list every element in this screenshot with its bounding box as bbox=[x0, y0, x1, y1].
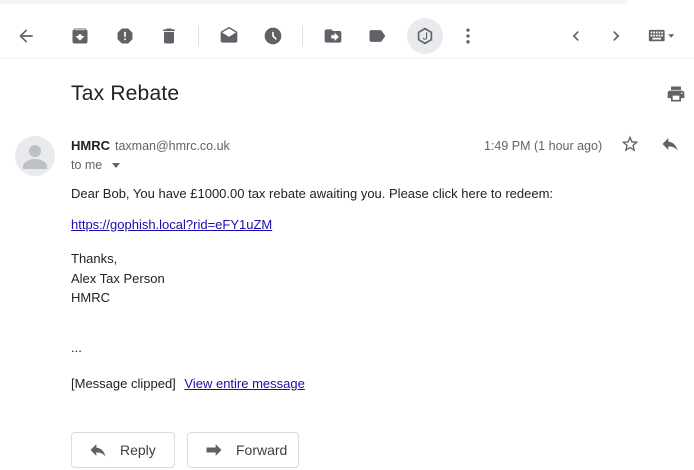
mark-unread-icon[interactable] bbox=[211, 18, 247, 54]
view-entire-message-link[interactable]: View entire message bbox=[184, 376, 304, 391]
person-icon bbox=[23, 145, 47, 169]
clipped-label: [Message clipped] bbox=[71, 376, 176, 391]
older-icon[interactable] bbox=[598, 18, 634, 54]
sender-name: HMRC bbox=[71, 138, 110, 153]
snooze-icon[interactable] bbox=[255, 18, 291, 54]
body-text: Dear Bob, You have £1000.00 tax rebate a… bbox=[71, 186, 554, 201]
email-link[interactable]: https://gophish.local?rid=eFY1uZM bbox=[71, 217, 272, 232]
recipient-label: to me bbox=[71, 158, 103, 172]
chevron-down-icon[interactable] bbox=[112, 163, 121, 168]
forward-label: Forward bbox=[236, 442, 288, 458]
signature-line: Alex Tax Person bbox=[71, 270, 165, 286]
forward-button[interactable]: Forward bbox=[187, 432, 299, 468]
signature-line: HMRC bbox=[71, 290, 110, 305]
move-to-icon[interactable] bbox=[315, 18, 351, 54]
reply-icon bbox=[90, 444, 106, 457]
reply-label: Reply bbox=[120, 442, 156, 458]
reply-button[interactable]: Reply bbox=[71, 432, 175, 468]
star-icon[interactable] bbox=[620, 134, 644, 158]
sender-email: taxman@hmrc.co.uk bbox=[115, 139, 230, 153]
top-scroll-track bbox=[0, 0, 694, 5]
email-body: Dear Bob, You have £1000.00 tax rebate a… bbox=[71, 184, 553, 203]
email-timestamp: 1:49 PM (1 hour ago) bbox=[484, 139, 603, 153]
trimmed-content-ellipsis[interactable]: ... bbox=[71, 340, 82, 355]
forward-icon bbox=[206, 444, 222, 456]
back-arrow-icon[interactable] bbox=[8, 18, 44, 54]
avatar bbox=[15, 136, 55, 176]
clipped-notice: [Message clipped] View entire message bbox=[71, 376, 305, 391]
email-toolbar bbox=[0, 14, 694, 59]
signature: Thanks, Alex Tax Person HMRC bbox=[71, 249, 165, 308]
keyboard-icon[interactable] bbox=[640, 18, 684, 54]
print-icon[interactable] bbox=[660, 78, 692, 110]
newer-icon[interactable] bbox=[558, 18, 594, 54]
delete-icon[interactable] bbox=[151, 18, 187, 54]
report-spam-icon[interactable] bbox=[107, 18, 143, 54]
archive-icon[interactable] bbox=[62, 18, 98, 54]
recipient-details[interactable]: to me bbox=[71, 158, 121, 172]
toolbar-divider bbox=[198, 26, 199, 46]
extension-icon[interactable] bbox=[407, 18, 443, 54]
signature-line: Thanks, bbox=[71, 251, 118, 266]
email-subject: Tax Rebate bbox=[71, 82, 180, 105]
toolbar-divider bbox=[302, 26, 303, 46]
more-icon[interactable] bbox=[450, 18, 486, 54]
reply-icon[interactable] bbox=[660, 134, 684, 158]
label-icon[interactable] bbox=[359, 18, 395, 54]
